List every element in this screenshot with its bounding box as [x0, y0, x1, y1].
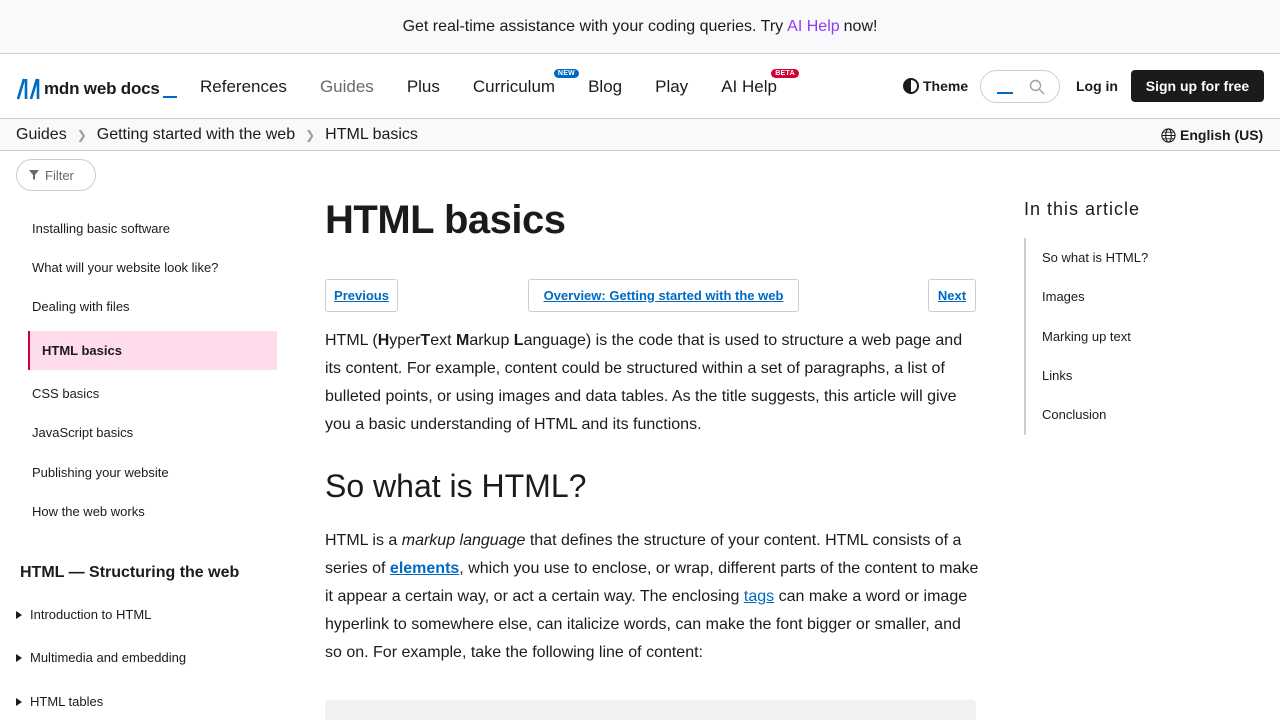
toc-item-marking-up-text[interactable]: Marking up text — [1042, 329, 1131, 344]
theme-label: Theme — [923, 78, 969, 94]
toc-item-conclusion[interactable]: Conclusion — [1042, 407, 1106, 422]
sidebar-filter-button[interactable]: Filter — [16, 159, 96, 191]
sidebar-item-html-basics[interactable]: HTML basics — [28, 331, 277, 370]
sidebar-item-installing[interactable]: Installing basic software — [32, 221, 170, 236]
new-badge: NEW — [553, 68, 580, 78]
sidebar-item-how-web-works[interactable]: How the web works — [32, 504, 145, 519]
filter-icon — [29, 170, 39, 180]
toc-divider — [1024, 238, 1026, 435]
code-example — [325, 700, 976, 720]
sidebar-sub-label: Introduction to HTML — [30, 607, 152, 622]
top-navigation: mdn web docs References Guides Plus Curr… — [0, 54, 1280, 119]
announcement-banner: Get real-time assistance with your codin… — [0, 0, 1280, 54]
nav-curriculum[interactable]: Curriculum NEW — [472, 68, 580, 97]
banner-text: Get real-time assistance with your codin… — [402, 17, 784, 35]
elements-link[interactable]: elements — [390, 560, 459, 577]
search-icon[interactable] — [1029, 79, 1045, 95]
caret-right-icon — [16, 653, 22, 662]
sidebar-item-dealing-files[interactable]: Dealing with files — [32, 299, 130, 314]
sidebar-sub-label: Multimedia and embedding — [30, 650, 187, 665]
sidebar-item-label: HTML basics — [42, 343, 122, 358]
breadcrumb: Guides ❯ Getting started with the web ❯ … — [16, 126, 418, 144]
sidebar-section-heading[interactable]: HTML — Structuring the web — [20, 564, 239, 582]
sidebar-item-css-basics[interactable]: CSS basics — [32, 386, 99, 401]
chevron-right-icon: ❯ — [305, 128, 316, 142]
breadcrumb-html-basics[interactable]: HTML basics — [325, 126, 418, 144]
intro-paragraph: HTML (HyperText Markup Language) is the … — [325, 332, 963, 433]
page-title: HTML basics — [325, 198, 566, 242]
sidebar-item-website-look[interactable]: What will your website look like? — [32, 260, 218, 275]
caret-right-icon — [16, 697, 22, 706]
banner-text-end: now! — [843, 17, 878, 35]
nav-plus[interactable]: Plus — [407, 77, 440, 97]
search-cursor — [997, 92, 1013, 94]
nav-guides[interactable]: Guides — [320, 77, 374, 97]
search-input[interactable] — [980, 70, 1060, 103]
language-selector[interactable]: English (US) — [1161, 127, 1263, 143]
logo-text: mdn web docs — [44, 79, 160, 98]
ai-help-banner-link[interactable]: AI Help — [787, 18, 839, 36]
nav-curriculum-label: Curriculum — [472, 76, 556, 96]
previous-button[interactable]: Previous — [325, 279, 398, 312]
mdn-logo-icon — [16, 78, 40, 100]
login-link[interactable]: Log in — [1076, 78, 1118, 94]
mdn-logo[interactable]: mdn web docs — [16, 74, 177, 100]
breadcrumb-bar: Guides ❯ Getting started with the web ❯ … — [0, 118, 1280, 151]
toc-title: In this article — [1024, 199, 1141, 219]
chevron-right-icon: ❯ — [76, 128, 87, 142]
sidebar-details-tables[interactable]: HTML tables — [16, 694, 103, 709]
what-is-html-paragraph: HTML is a markup language that defines t… — [325, 532, 979, 661]
toc-item-links[interactable]: Links — [1042, 368, 1072, 383]
toc-item-what-is-html[interactable]: So what is HTML? — [1042, 250, 1148, 265]
nav-play[interactable]: Play — [655, 77, 688, 97]
breadcrumb-guides[interactable]: Guides — [16, 126, 67, 144]
theme-button[interactable]: Theme — [903, 78, 968, 94]
globe-icon — [1161, 127, 1176, 143]
sidebar-item-publishing[interactable]: Publishing your website — [32, 465, 169, 480]
sidebar-item-javascript-basics[interactable]: JavaScript basics — [32, 425, 133, 440]
sidebar-details-multimedia[interactable]: Multimedia and embedding — [16, 650, 186, 665]
sidebar-sub-label: HTML tables — [30, 694, 104, 709]
main-nav: References Guides Plus Curriculum NEW Bl… — [200, 54, 810, 119]
overview-button[interactable]: Overview: Getting started with the web — [528, 279, 799, 312]
toc-item-images[interactable]: Images — [1042, 289, 1085, 304]
filter-label: Filter — [45, 167, 74, 183]
theme-contrast-icon — [903, 78, 919, 94]
signup-button[interactable]: Sign up for free — [1131, 70, 1264, 102]
language-label: English (US) — [1180, 127, 1264, 143]
nav-ai-help[interactable]: AI Help BETA — [721, 68, 799, 97]
logo-cursor — [162, 96, 177, 98]
breadcrumb-getting-started[interactable]: Getting started with the web — [97, 126, 295, 144]
beta-badge: BETA — [771, 68, 799, 78]
nav-references[interactable]: References — [200, 77, 287, 97]
sidebar-details-intro-html[interactable]: Introduction to HTML — [16, 607, 151, 622]
caret-right-icon — [16, 610, 22, 619]
nav-ai-help-label: AI Help — [721, 76, 777, 96]
next-button[interactable]: Next — [928, 279, 976, 312]
section-heading-what-is-html[interactable]: So what is HTML? — [325, 468, 586, 505]
nav-blog[interactable]: Blog — [588, 77, 622, 97]
tags-link[interactable]: tags — [744, 588, 774, 605]
